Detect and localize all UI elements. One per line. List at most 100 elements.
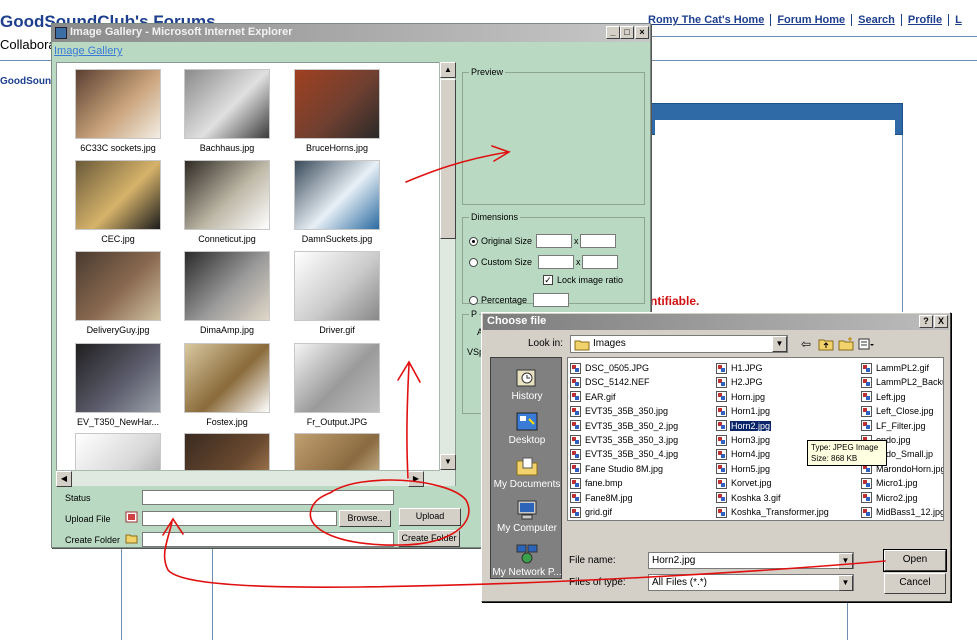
look-in-select[interactable]: Images ▼ bbox=[570, 335, 788, 353]
file-list-item[interactable]: EVT35_35B_350_3.jpg bbox=[570, 433, 679, 447]
file-list-item[interactable]: grid.gif bbox=[570, 505, 613, 519]
gallery-header-link[interactable]: Image Gallery bbox=[54, 45, 122, 57]
nav-link-forum-home[interactable]: Forum Home bbox=[771, 14, 853, 26]
thumbnail-image[interactable] bbox=[75, 160, 161, 230]
file-list-item[interactable]: H2.JPG bbox=[716, 375, 764, 389]
thumbnail-image[interactable] bbox=[294, 69, 380, 139]
thumbnail-image[interactable] bbox=[184, 251, 270, 321]
file-list-item[interactable]: Horn4.jpg bbox=[716, 447, 771, 461]
place-my-computer[interactable]: My Computer bbox=[491, 496, 561, 540]
nav-link-more[interactable]: L bbox=[949, 14, 968, 26]
browse-button[interactable]: Browse.. bbox=[339, 510, 391, 527]
original-size-radio[interactable] bbox=[469, 236, 478, 246]
vertical-scrollbar[interactable]: ▲ ▼ bbox=[439, 62, 456, 486]
file-list-item[interactable]: Left_Close.jpg bbox=[861, 404, 935, 418]
upload-file-input[interactable] bbox=[142, 511, 337, 526]
file-list-item[interactable]: EVT35_35B_350.jpg bbox=[570, 404, 669, 418]
file-list-item[interactable]: fane.bmp bbox=[570, 476, 624, 490]
chevron-down-icon[interactable]: ▼ bbox=[838, 575, 853, 591]
file-list-item[interactable]: Micro2.jpg bbox=[861, 491, 919, 505]
file-list-item[interactable]: H1.JPG bbox=[716, 361, 764, 375]
close-icon[interactable]: × bbox=[635, 26, 649, 39]
help-icon[interactable]: ? bbox=[919, 315, 933, 328]
thumbnail-item[interactable]: Bachhaus.jpg bbox=[182, 67, 272, 159]
place-my-documents[interactable]: My Documents bbox=[491, 452, 561, 496]
file-name-input[interactable]: Horn2.jpg ▼ bbox=[648, 552, 854, 569]
thumbnail-item[interactable]: EV_T350_NewHar... bbox=[73, 341, 163, 433]
up-folder-icon[interactable] bbox=[818, 336, 834, 352]
new-folder-icon[interactable] bbox=[838, 336, 854, 352]
dialog-titlebar[interactable]: Choose file ? X bbox=[483, 314, 949, 330]
create-folder-input[interactable] bbox=[142, 532, 394, 547]
forum-breadcrumb[interactable]: GoodSoun bbox=[0, 76, 51, 87]
file-list-item[interactable]: DSC_5142.NEF bbox=[570, 375, 651, 389]
nav-link-search[interactable]: Search bbox=[852, 14, 902, 26]
thumbnail-item[interactable]: Driver.gif bbox=[292, 249, 382, 341]
maximize-icon[interactable]: □ bbox=[620, 26, 634, 39]
file-list-item[interactable]: Horn3.jpg bbox=[716, 433, 771, 447]
custom-size-radio[interactable] bbox=[469, 257, 478, 267]
scroll-left-icon[interactable]: ◀ bbox=[56, 471, 72, 487]
lock-ratio-checkbox[interactable]: ✓ bbox=[543, 275, 553, 285]
file-list-item[interactable]: Horn2.jpg bbox=[716, 419, 773, 433]
close-icon[interactable]: X bbox=[934, 315, 948, 328]
thumbnail-item[interactable]: DeliveryGuy.jpg bbox=[73, 249, 163, 341]
back-arrow-icon[interactable]: ⇦ bbox=[798, 336, 814, 352]
open-button[interactable]: Open bbox=[883, 549, 947, 572]
thumbnail-image[interactable] bbox=[294, 160, 380, 230]
file-list-item[interactable]: Fane8M.jpg bbox=[570, 491, 634, 505]
thumbnail-item[interactable]: BruceHorns.jpg bbox=[292, 67, 382, 159]
horizontal-scrollbar[interactable]: ◀ ▶ bbox=[56, 470, 440, 487]
file-list-item[interactable]: LammPL2.gif bbox=[861, 361, 930, 375]
view-menu-icon[interactable] bbox=[858, 336, 874, 352]
file-list-item[interactable]: Left.jpg bbox=[861, 390, 907, 404]
file-list-item[interactable]: EVT35_35B_350_2.jpg bbox=[570, 419, 679, 433]
original-height-input[interactable] bbox=[579, 234, 616, 248]
thumbnail-item[interactable]: Conneticut.jpg bbox=[182, 158, 272, 250]
thumbnail-image[interactable] bbox=[75, 343, 161, 413]
file-list-item[interactable]: Koshka 3.gif bbox=[716, 491, 782, 505]
thumbnail-image[interactable] bbox=[294, 251, 380, 321]
thumbnail-image[interactable] bbox=[75, 251, 161, 321]
file-list-item[interactable]: Horn1.jpg bbox=[716, 404, 771, 418]
thumbnail-image[interactable] bbox=[184, 69, 270, 139]
percentage-radio[interactable] bbox=[469, 295, 478, 305]
chevron-down-icon[interactable]: ▼ bbox=[838, 553, 853, 569]
file-list-item[interactable]: Micro1.jpg bbox=[861, 476, 919, 490]
create-folder-button[interactable]: Create Folder bbox=[398, 530, 460, 547]
scroll-right-icon[interactable]: ▶ bbox=[408, 471, 424, 487]
file-list-item[interactable]: EAR.gif bbox=[570, 390, 617, 404]
thumbnail-image[interactable] bbox=[294, 343, 380, 413]
custom-height-input[interactable] bbox=[581, 255, 618, 269]
file-list-item[interactable]: Horn.jpg bbox=[716, 390, 766, 404]
custom-width-input[interactable] bbox=[538, 255, 575, 269]
file-list-item[interactable]: Fane Studio 8M.jpg bbox=[570, 462, 664, 476]
file-list-item[interactable]: EVT35_35B_350_4.jpg bbox=[570, 447, 679, 461]
thumbnail-item[interactable]: DamnSuckets.jpg bbox=[292, 158, 382, 250]
file-list-item[interactable]: DSC_0505.JPG bbox=[570, 361, 650, 375]
nav-link-profile[interactable]: Profile bbox=[902, 14, 950, 26]
file-list-item[interactable]: Horn5.jpg bbox=[716, 462, 771, 476]
scroll-up-icon[interactable]: ▲ bbox=[440, 62, 456, 78]
chevron-down-icon[interactable]: ▼ bbox=[772, 336, 787, 352]
place-desktop[interactable]: Desktop bbox=[491, 408, 561, 452]
files-of-type-select[interactable]: All Files (*.*) ▼ bbox=[648, 574, 854, 591]
thumbnail-item[interactable]: Fostex.jpg bbox=[182, 341, 272, 433]
nav-link-home[interactable]: Romy The Cat's Home bbox=[648, 14, 772, 26]
file-list-item[interactable]: Koshka_Transformer.jpg bbox=[716, 505, 830, 519]
scroll-down-icon[interactable]: ▼ bbox=[440, 454, 456, 470]
place-history[interactable]: History bbox=[491, 364, 561, 408]
thumbnail-item[interactable]: 6C33C sockets.jpg bbox=[73, 67, 163, 159]
thumbnail-item[interactable]: DimaAmp.jpg bbox=[182, 249, 272, 341]
file-list-item[interactable]: Korvet.jpg bbox=[716, 476, 773, 490]
thumbnail-image[interactable] bbox=[184, 160, 270, 230]
file-list-item[interactable]: LammPL2_Backup bbox=[861, 375, 943, 389]
cancel-button[interactable]: Cancel bbox=[884, 573, 946, 594]
minimize-icon[interactable]: _ bbox=[606, 26, 620, 39]
file-list-item[interactable]: MidBass1_12.jpg bbox=[861, 505, 943, 519]
original-width-input[interactable] bbox=[536, 234, 573, 248]
percentage-input[interactable] bbox=[533, 293, 570, 307]
place-my-network[interactable]: My Network P... bbox=[491, 540, 561, 578]
thumbnail-image[interactable] bbox=[184, 343, 270, 413]
thumbnail-item[interactable]: CEC.jpg bbox=[73, 158, 163, 250]
